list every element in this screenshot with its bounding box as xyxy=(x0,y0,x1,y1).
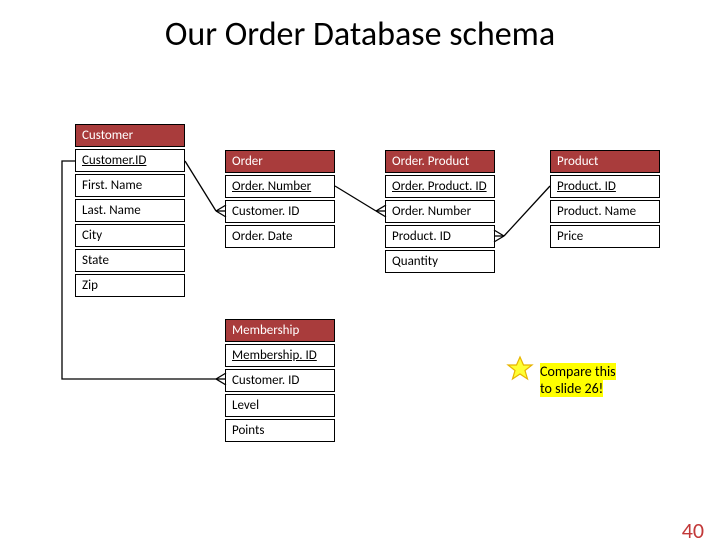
field-cell: First. Name xyxy=(75,174,185,197)
table-membership: Membership Membership. ID Customer. ID L… xyxy=(225,319,335,444)
table-orderproduct: Order. Product Order. Product. ID Order.… xyxy=(385,150,495,275)
table-header: Membership xyxy=(225,319,335,342)
table-header: Customer xyxy=(75,124,185,147)
field-cell: Points xyxy=(225,419,335,442)
rel-order-orderproduct xyxy=(335,186,376,211)
field-cell: Zip xyxy=(75,274,185,297)
field-cell: Price xyxy=(550,225,660,248)
field-cell: Quantity xyxy=(385,250,495,273)
field-cell: Product. ID xyxy=(385,225,495,248)
field-cell: Level xyxy=(225,394,335,417)
field-cell: Order. Number xyxy=(225,175,335,198)
star-icon xyxy=(508,357,532,379)
table-customer: Customer Customer.ID First. Name Last. N… xyxy=(75,124,185,299)
field-cell: City xyxy=(75,224,185,247)
field-cell: State xyxy=(75,249,185,272)
table-header: Order. Product xyxy=(385,150,495,173)
table-header: Product xyxy=(550,150,660,173)
table-product: Product Product. ID Product. Name Price xyxy=(550,150,660,250)
table-header: Order xyxy=(225,150,335,173)
field-cell: Customer. ID xyxy=(225,200,335,223)
field-cell: Membership. ID xyxy=(225,344,335,367)
field-cell: Product. ID xyxy=(550,175,660,198)
field-cell: Order. Number xyxy=(385,200,495,223)
table-order: Order Order. Number Customer. ID Order. … xyxy=(225,150,335,250)
compare-note: Compare this to slide 26! xyxy=(540,364,616,398)
field-cell: Order. Product. ID xyxy=(385,175,495,198)
field-cell: Product. Name xyxy=(550,200,660,223)
diagram-canvas: Customer Customer.ID First. Name Last. N… xyxy=(0,14,720,554)
field-cell: Order. Date xyxy=(225,225,335,248)
field-cell: Customer. ID xyxy=(225,369,335,392)
field-cell: Last. Name xyxy=(75,199,185,222)
rel-product-orderproduct xyxy=(504,186,550,236)
rel-customer-order xyxy=(185,161,216,211)
field-cell: Customer.ID xyxy=(75,149,185,172)
